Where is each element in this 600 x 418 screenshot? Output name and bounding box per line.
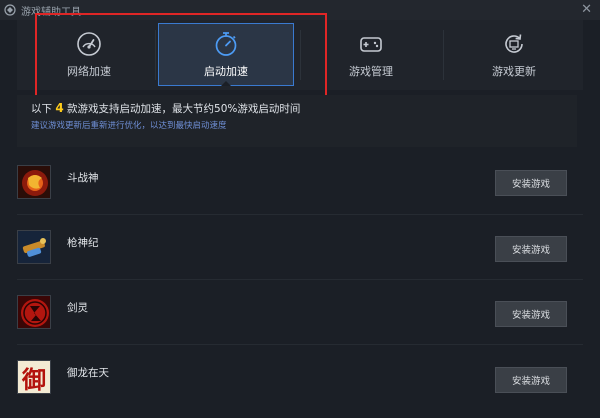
game-name: 斗战神 xyxy=(67,172,99,184)
game-icon-yu-long-zai-tian: 御 xyxy=(17,360,51,394)
install-game-button[interactable]: 安装游戏 xyxy=(495,170,567,196)
list-item: 枪神纪 安装游戏 xyxy=(17,215,583,280)
info-message: 以下 4 款游戏支持启动加速，最大节约50%游戏启动时间 xyxy=(31,101,563,116)
tab-network-acceleration[interactable]: 网络加速 xyxy=(25,23,153,86)
tab-game-management[interactable]: 游戏管理 xyxy=(303,23,439,86)
info-panel: 以下 4 款游戏支持启动加速，最大节约50%游戏启动时间 建议游戏更新后重新进行… xyxy=(17,95,577,147)
tab-divider xyxy=(443,30,444,80)
stopwatch-icon xyxy=(215,31,237,56)
tab-bar: 网络加速 启动加速 游戏管理 游戏更新 xyxy=(17,20,583,90)
window-title: 游戏辅助工具 xyxy=(21,6,81,18)
install-game-button[interactable]: 安装游戏 xyxy=(495,367,567,393)
game-name: 御龙在天 xyxy=(67,367,109,379)
close-button[interactable]: ✕ xyxy=(581,2,592,18)
info-prefix: 以下 xyxy=(31,103,52,115)
list-item: 御 御龙在天 安装游戏 xyxy=(17,345,583,410)
update-icon xyxy=(505,33,523,53)
game-icon-qiang-shen-ji xyxy=(17,230,51,264)
list-item: 剑灵 安装游戏 xyxy=(17,280,583,345)
tab-startup-acceleration[interactable]: 启动加速 xyxy=(158,23,294,86)
info-suffix: 款游戏支持启动加速，最大节约50%游戏启动时间 xyxy=(67,103,301,115)
tab-divider xyxy=(300,30,301,80)
game-name: 剑灵 xyxy=(67,302,88,314)
speedometer-icon xyxy=(77,31,101,56)
game-count: 4 xyxy=(55,101,64,115)
tab-label: 启动加速 xyxy=(204,64,248,78)
tab-label: 网络加速 xyxy=(67,64,111,78)
tab-divider xyxy=(155,30,156,80)
gamepad-icon xyxy=(360,36,382,52)
title-bar: 游戏辅助工具 ✕ xyxy=(0,0,600,20)
game-name: 枪神纪 xyxy=(67,237,99,249)
list-item: 斗战神 安装游戏 xyxy=(17,150,583,215)
install-game-button[interactable]: 安装游戏 xyxy=(495,236,567,262)
game-icon-glyph: 御 xyxy=(22,364,46,394)
info-tip: 建议游戏更新后重新进行优化，以达到最快启动速度 xyxy=(31,121,227,131)
tab-label: 游戏管理 xyxy=(349,64,393,78)
tab-game-update[interactable]: 游戏更新 xyxy=(447,23,581,86)
game-icon-dou-zhan-shen xyxy=(17,165,51,199)
game-icon-jian-ling xyxy=(17,295,51,329)
app-logo-icon xyxy=(3,3,17,17)
install-game-button[interactable]: 安装游戏 xyxy=(495,301,567,327)
tab-label: 游戏更新 xyxy=(492,64,536,78)
